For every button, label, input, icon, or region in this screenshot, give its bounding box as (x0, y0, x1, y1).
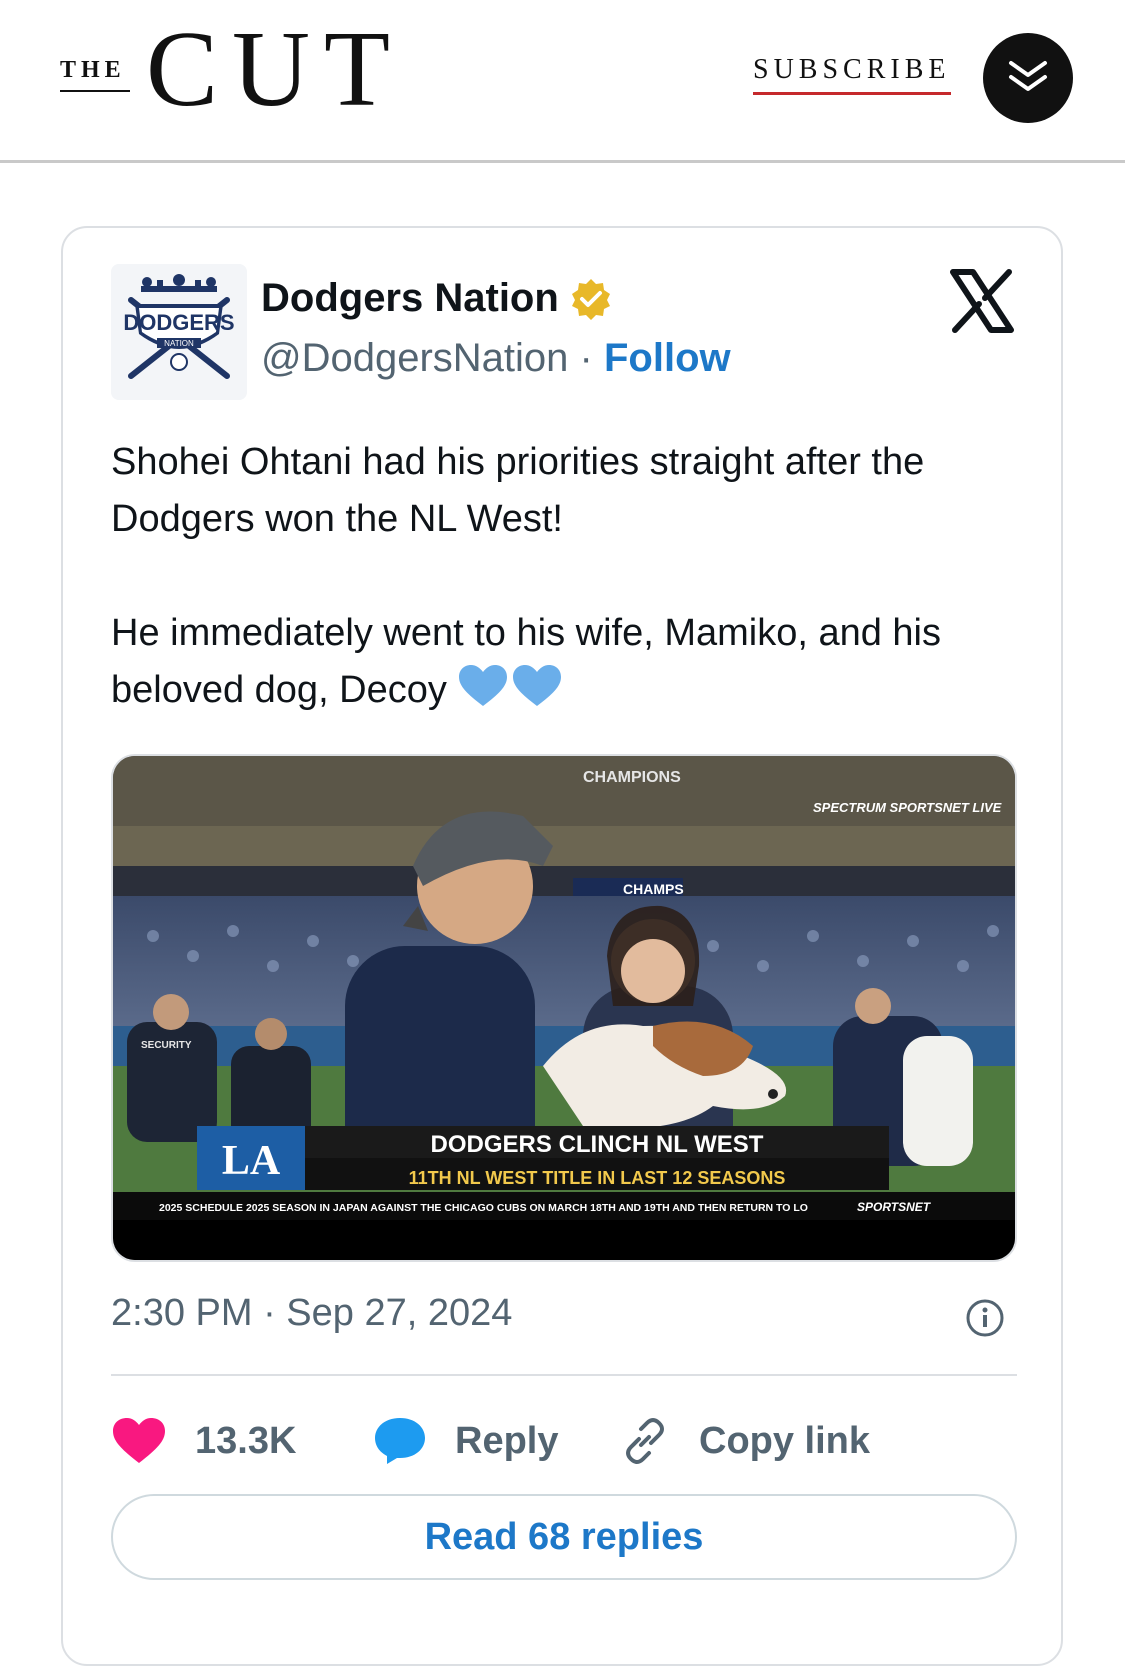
copy-link-button[interactable]: Copy link (619, 1406, 870, 1476)
banner-la-logo: LA (222, 1138, 281, 1184)
menu-button[interactable] (983, 33, 1073, 123)
link-icon (626, 1418, 664, 1464)
follow-link[interactable]: Follow (604, 336, 731, 380)
info-icon[interactable] (965, 1298, 1005, 1338)
reply-button[interactable]: Reply (373, 1406, 558, 1476)
heart-icon (113, 1418, 165, 1463)
avatar[interactable]: DODGERS NATION (111, 264, 247, 400)
subscribe-link[interactable]: SUBSCRIBE (753, 54, 951, 95)
security-label: SECURITY (141, 1040, 192, 1051)
handle-row: @DodgersNation · Follow (261, 336, 731, 381)
avatar-text-top: DODGERS (123, 310, 234, 335)
ticker-brand: SPORTSNET (857, 1200, 932, 1214)
double-chevron-down-icon (1009, 61, 1047, 91)
tweet-paragraph-2: He immediately went to his wife, Mamiko,… (111, 605, 1011, 719)
divider (111, 1374, 1017, 1376)
tweet-text: Shohei Ohtani had his priorities straigh… (111, 434, 1011, 719)
ticker-text: 2025 SCHEDULE 2025 SEASON IN JAPAN AGAIN… (159, 1202, 808, 1214)
banner-subline: 11TH NL WEST TITLE IN LAST 12 SEASONS (409, 1168, 786, 1188)
author-row: Dodgers Nation (261, 276, 613, 321)
handle-separator: · (568, 336, 604, 380)
site-header: THE CUT SUBSCRIBE (0, 0, 1125, 163)
dodgers-nation-logo: DODGERS NATION (111, 264, 247, 400)
author-handle[interactable]: @DodgersNation (261, 336, 568, 380)
speech-bubble-icon (375, 1418, 425, 1464)
tweet-timestamp[interactable]: 2:30 PM · Sep 27, 2024 (111, 1292, 512, 1335)
broadcast-still-image: CHAMPIONS CHAMPS SECURITY LA DODGERS CLI… (113, 756, 1015, 1260)
tweet-media-video[interactable]: CHAMPIONS CHAMPS SECURITY LA DODGERS CLI… (111, 754, 1017, 1262)
tweet-actions: 13.3K Reply Copy link (111, 1406, 1017, 1476)
like-button[interactable]: 13.3K (111, 1406, 296, 1476)
copy-link-label: Copy link (699, 1419, 871, 1462)
x-logo-icon[interactable] (949, 268, 1015, 334)
blue-heart-icon (459, 665, 562, 706)
logo-cut-text: CUT (146, 10, 404, 129)
verified-badge-icon (571, 278, 610, 320)
avatar-text-bottom: NATION (164, 339, 194, 348)
logo-underline (60, 90, 130, 92)
champs-sign: CHAMPS (623, 881, 684, 897)
like-count: 13.3K (195, 1419, 297, 1462)
tweet-embed-card: DODGERS NATION Dodgers Nation @DodgersNa… (61, 226, 1063, 1666)
network-bug: SPECTRUM SPORTSNET LIVE (813, 800, 1002, 815)
champions-sign: CHAMPIONS (583, 769, 681, 786)
logo-the-text: THE (60, 57, 126, 83)
author-name[interactable]: Dodgers Nation (261, 276, 559, 321)
read-replies-button[interactable]: Read 68 replies (111, 1494, 1017, 1580)
reply-label: Reply (455, 1419, 559, 1462)
tweet-paragraph-1: Shohei Ohtani had his priorities straigh… (111, 441, 925, 540)
banner-headline: DODGERS CLINCH NL WEST (431, 1131, 764, 1158)
